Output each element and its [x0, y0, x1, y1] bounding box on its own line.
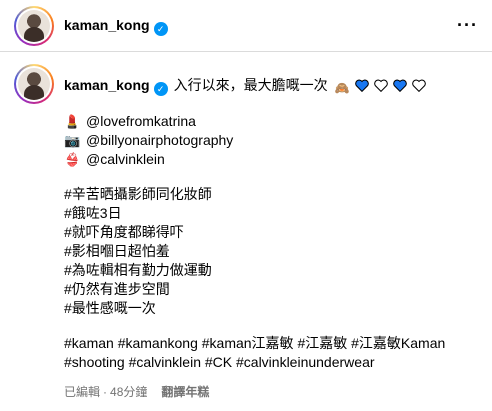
- mention-link[interactable]: @lovefromkatrina: [86, 113, 196, 129]
- timestamp[interactable]: 48分鐘: [110, 385, 147, 399]
- camera-icon: 📷: [64, 133, 81, 148]
- avatar-photo: [18, 10, 50, 42]
- hashtag-line[interactable]: #餓咗3日: [64, 204, 484, 223]
- hashtag-line[interactable]: #就吓角度都睇得吓: [64, 223, 484, 242]
- lipstick-icon: 💄: [64, 114, 81, 129]
- bikini-icon: 👙: [64, 152, 81, 167]
- mention-link[interactable]: @calvinklein: [86, 151, 165, 167]
- hashtag-line[interactable]: #仍然有進步空間: [64, 280, 484, 299]
- more-options-icon[interactable]: ···: [457, 15, 478, 36]
- edited-label: 已編輯: [64, 385, 101, 399]
- hashtag-line[interactable]: #辛苦晒攝影師同化妝師: [64, 185, 484, 204]
- post-meta: 已編輯 · 48分鐘 翻譯年糕: [64, 385, 210, 399]
- mention-link[interactable]: @billyonairphotography: [86, 132, 233, 148]
- white-heart-icon: [412, 79, 426, 92]
- blue-heart-icon: [355, 79, 370, 92]
- see-no-evil-monkey-icon: 🙈: [334, 81, 350, 95]
- caption-username[interactable]: kaman_kong: [64, 77, 150, 93]
- credit-line: 💄 @lovefromkatrina: [64, 112, 484, 131]
- hashtag-line[interactable]: #為咗輯相有勤力做運動: [64, 261, 484, 280]
- username-text[interactable]: kaman_kong: [64, 17, 150, 33]
- white-heart-icon: [374, 79, 389, 92]
- see-translation-button[interactable]: 翻譯年糕: [161, 385, 209, 399]
- hashtag-line[interactable]: #影相嗰日超怕羞: [64, 242, 484, 261]
- tag-line[interactable]: #kaman #kamankong #kaman江嘉敏 #江嘉敏 #江嘉敏Kam…: [64, 334, 484, 353]
- hashtag-line[interactable]: #最性感嘅一次: [64, 299, 484, 318]
- credit-line: 📷 @billyonairphotography: [64, 131, 484, 150]
- header-username[interactable]: kaman_kong ✓: [64, 17, 168, 36]
- caption-avatar[interactable]: [14, 64, 54, 104]
- caption-header: kaman_kong ✓ 入行以來，最大膽嘅一次 🙈: [64, 75, 427, 96]
- caption-text: 入行以來，最大膽嘅一次: [173, 77, 328, 93]
- post-header: kaman_kong ✓ ···: [0, 0, 492, 52]
- caption-body: 💄 @lovefromkatrina 📷 @billyonairphotograph…: [64, 112, 484, 372]
- verified-badge-icon: ✓: [153, 82, 168, 96]
- tag-line[interactable]: #shooting #calvinklein #CK #calvinkleinu…: [64, 353, 484, 372]
- emoji-row: 🙈: [334, 79, 427, 95]
- verified-badge-icon: ✓: [153, 22, 168, 36]
- blue-heart-icon: [393, 79, 407, 92]
- avatar-photo: [18, 68, 50, 100]
- avatar[interactable]: [14, 6, 54, 46]
- credit-line: 👙 @calvinklein: [64, 150, 484, 169]
